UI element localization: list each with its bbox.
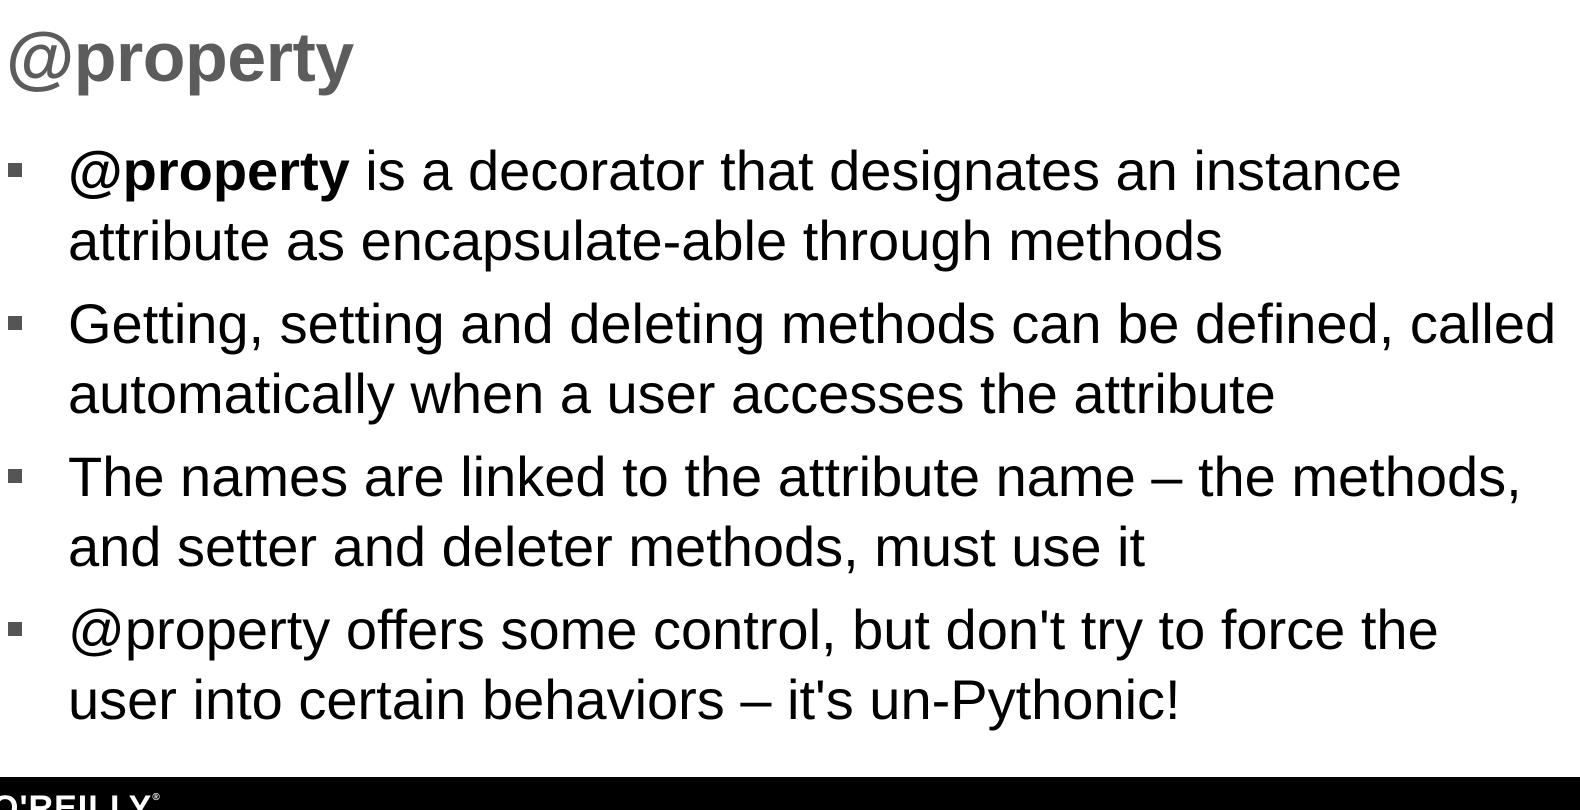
bullet-text: @property offers some control, but don't… <box>68 598 1439 731</box>
bullet-item: Getting, setting and deleting methods ca… <box>0 289 1560 429</box>
logo-text: O'REILLY <box>0 789 153 810</box>
square-bullet-icon <box>8 469 22 483</box>
slide: @property @property is a decorator that … <box>0 0 1580 810</box>
square-bullet-icon <box>8 316 22 330</box>
square-bullet-icon <box>8 163 22 177</box>
oreilly-logo: O'REILLY® <box>0 791 161 810</box>
bullet-item: The names are linked to the attribute na… <box>0 442 1560 582</box>
footer-bar: O'REILLY® <box>0 777 1580 810</box>
bullet-bold-lead: @property <box>68 139 350 202</box>
registered-mark: ® <box>152 792 161 803</box>
bullet-text: Getting, setting and deleting methods ca… <box>68 292 1557 425</box>
bullet-item: @property offers some control, but don't… <box>0 595 1560 735</box>
bullet-text: The names are linked to the attribute na… <box>68 445 1522 578</box>
bullet-list: @property is a decorator that designates… <box>0 136 1560 748</box>
slide-title: @property <box>6 18 354 96</box>
bullet-item: @property is a decorator that designates… <box>0 136 1560 276</box>
square-bullet-icon <box>8 622 22 636</box>
